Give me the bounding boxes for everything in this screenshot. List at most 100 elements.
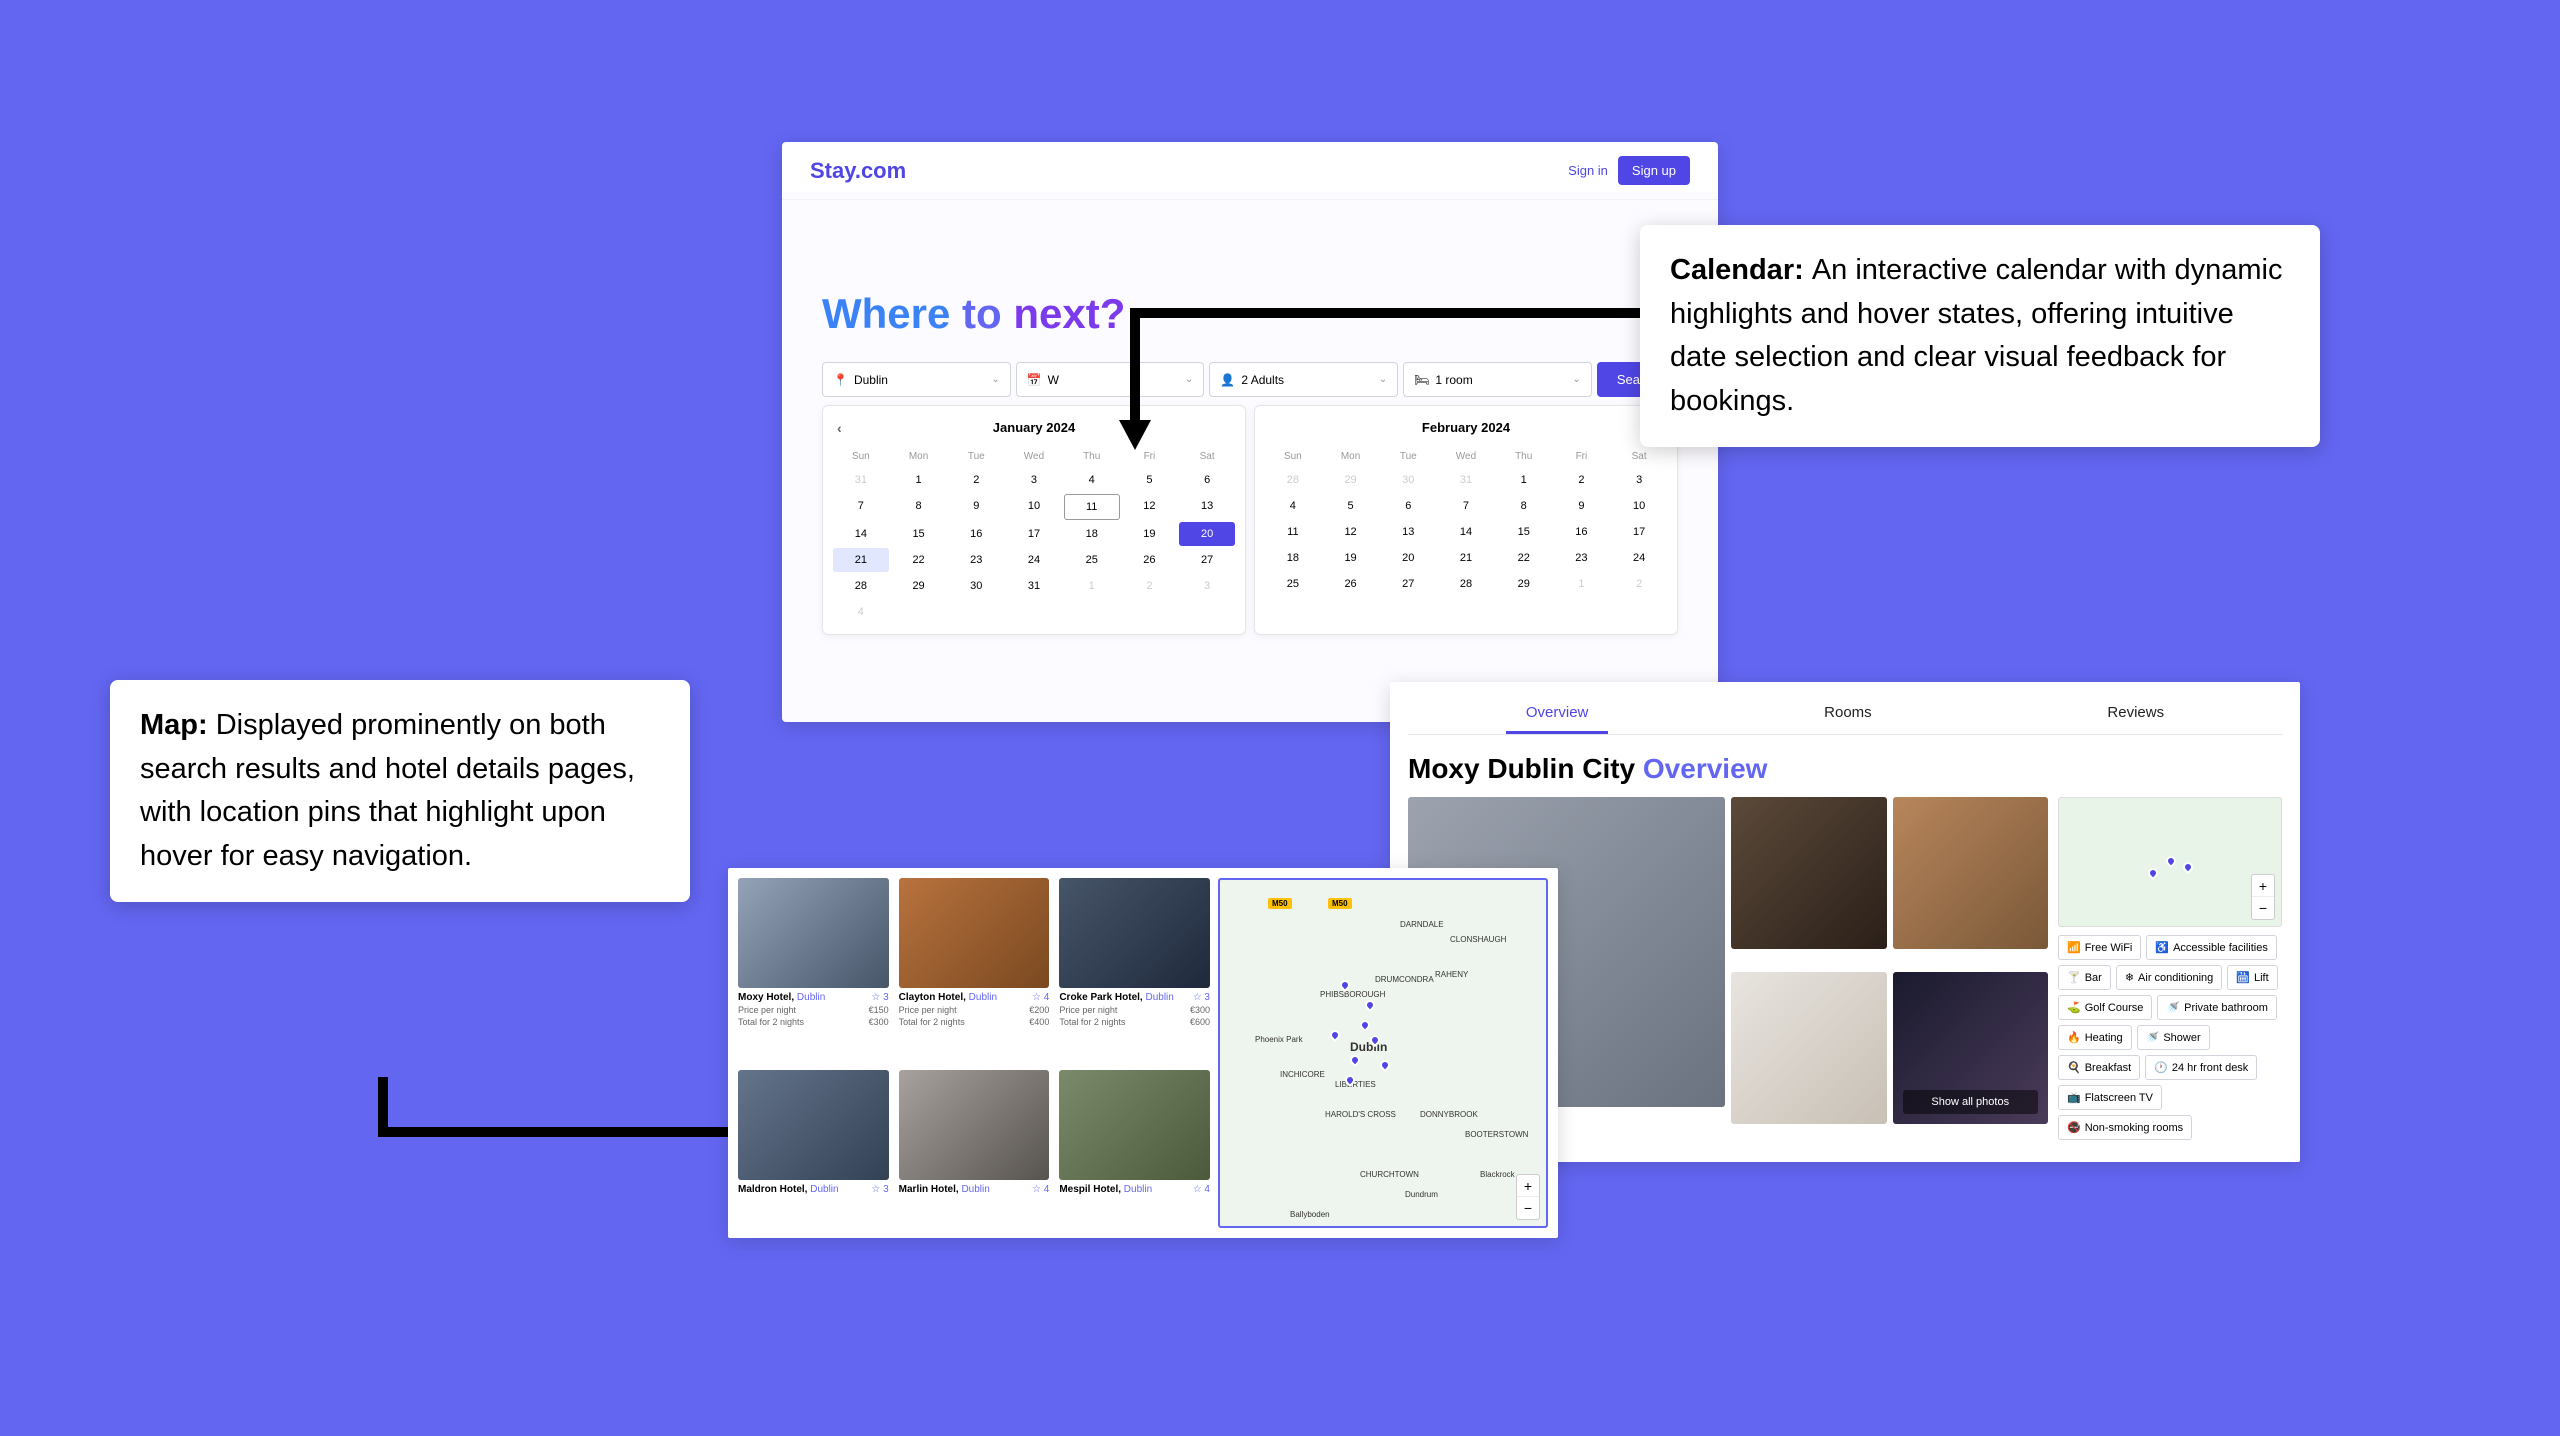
map-pin[interactable] bbox=[1358, 1018, 1372, 1032]
calendar-day[interactable]: 8 bbox=[891, 494, 947, 520]
amenity-chip: 🍳Breakfast bbox=[2058, 1055, 2140, 1080]
amenity-chip: 📺Flatscreen TV bbox=[2058, 1085, 2162, 1110]
calendar-day[interactable]: 18 bbox=[1064, 522, 1120, 546]
calendar-day[interactable]: 21 bbox=[833, 548, 889, 572]
calendar-day[interactable]: 22 bbox=[891, 548, 947, 572]
calendar-day[interactable]: 17 bbox=[1006, 522, 1062, 546]
calendar-day[interactable]: 7 bbox=[1438, 494, 1494, 518]
calendar-day[interactable]: 4 bbox=[1064, 468, 1120, 492]
calendar-day[interactable]: 20 bbox=[1380, 546, 1436, 570]
calendar-day[interactable]: 14 bbox=[833, 522, 889, 546]
guests-field[interactable]: 👤 2 Adults ⌄ bbox=[1209, 362, 1398, 397]
calendar-dow: Sat bbox=[1179, 447, 1235, 466]
signup-button[interactable]: Sign up bbox=[1618, 156, 1690, 185]
show-all-photos-button[interactable]: Show all photos bbox=[1903, 1090, 2039, 1114]
calendar-day[interactable]: 30 bbox=[948, 574, 1004, 598]
calendar-day[interactable]: 11 bbox=[1064, 494, 1120, 520]
calendar-day[interactable]: 4 bbox=[1265, 494, 1321, 518]
calendar-day[interactable]: 28 bbox=[833, 574, 889, 598]
photo-thumb[interactable]: Show all photos bbox=[1893, 972, 2049, 1124]
map-pin[interactable] bbox=[1378, 1058, 1392, 1072]
calendar-day[interactable]: 18 bbox=[1265, 546, 1321, 570]
tab-rooms[interactable]: Rooms bbox=[1804, 694, 1892, 734]
calendar-day[interactable]: 9 bbox=[948, 494, 1004, 520]
calendar-day[interactable]: 6 bbox=[1380, 494, 1436, 518]
calendar-day[interactable]: 19 bbox=[1122, 522, 1178, 546]
calendar-day[interactable]: 16 bbox=[948, 522, 1004, 546]
hotel-rating: ☆ 4 bbox=[1193, 1184, 1210, 1195]
calendar-day[interactable]: 16 bbox=[1554, 520, 1610, 544]
calendar-day[interactable]: 11 bbox=[1265, 520, 1321, 544]
chevron-down-icon: ⌄ bbox=[1379, 374, 1387, 385]
calendar-day[interactable]: 6 bbox=[1179, 468, 1235, 492]
calendar-day[interactable]: 1 bbox=[1496, 468, 1552, 492]
signin-link[interactable]: Sign in bbox=[1568, 163, 1608, 178]
hotel-card[interactable]: Clayton Hotel, Dublin☆ 4Price per night€… bbox=[899, 878, 1050, 1060]
map-pin[interactable] bbox=[1328, 1028, 1342, 1042]
calendar-day[interactable]: 2 bbox=[948, 468, 1004, 492]
calendar-day[interactable]: 17 bbox=[1611, 520, 1667, 544]
calendar-day[interactable]: 3 bbox=[1611, 468, 1667, 492]
calendar-day[interactable]: 27 bbox=[1380, 572, 1436, 596]
calendar-day[interactable]: 24 bbox=[1006, 548, 1062, 572]
zoom-out-button[interactable]: − bbox=[1517, 1197, 1539, 1219]
zoom-in-button[interactable]: + bbox=[2252, 875, 2274, 897]
hotel-card[interactable]: Maldron Hotel, Dublin☆ 3 bbox=[738, 1070, 889, 1228]
calendar-day[interactable]: 15 bbox=[891, 522, 947, 546]
calendar-day[interactable]: 28 bbox=[1438, 572, 1494, 596]
calendar-day[interactable]: 5 bbox=[1122, 468, 1178, 492]
calendar-day[interactable]: 12 bbox=[1122, 494, 1178, 520]
calendar-day[interactable]: 13 bbox=[1179, 494, 1235, 520]
prev-month-button[interactable]: ‹ bbox=[837, 420, 842, 436]
calendar-day[interactable]: 13 bbox=[1380, 520, 1436, 544]
calendar-day[interactable]: 22 bbox=[1496, 546, 1552, 570]
calendar-day[interactable]: 14 bbox=[1438, 520, 1494, 544]
hotel-card[interactable]: Croke Park Hotel, Dublin☆ 3Price per nig… bbox=[1059, 878, 1210, 1060]
calendar-day[interactable]: 25 bbox=[1064, 548, 1120, 572]
calendar-day[interactable]: 12 bbox=[1323, 520, 1379, 544]
calendar-day[interactable]: 24 bbox=[1611, 546, 1667, 570]
hotel-card[interactable]: Mespil Hotel, Dublin☆ 4 bbox=[1059, 1070, 1210, 1228]
hotel-card[interactable]: Marlin Hotel, Dublin☆ 4 bbox=[899, 1070, 1050, 1228]
calendar-day[interactable]: 27 bbox=[1179, 548, 1235, 572]
zoom-out-button[interactable]: − bbox=[2252, 897, 2274, 919]
calendar-day[interactable]: 26 bbox=[1323, 572, 1379, 596]
tab-overview[interactable]: Overview bbox=[1506, 694, 1609, 734]
calendar-day[interactable]: 29 bbox=[1496, 572, 1552, 596]
photo-thumb[interactable] bbox=[1893, 797, 2049, 949]
calendar-day[interactable]: 31 bbox=[1006, 574, 1062, 598]
calendar-day[interactable]: 9 bbox=[1554, 494, 1610, 518]
calendar-day[interactable]: 19 bbox=[1323, 546, 1379, 570]
calendar-day[interactable]: 21 bbox=[1438, 546, 1494, 570]
zoom-in-button[interactable]: + bbox=[1517, 1175, 1539, 1197]
calendar-dow: Wed bbox=[1006, 447, 1062, 466]
photo-thumb[interactable] bbox=[1731, 972, 1887, 1124]
calendar-day[interactable]: 29 bbox=[891, 574, 947, 598]
dates-field[interactable]: 📅 W ⌄ bbox=[1016, 362, 1205, 397]
calendar-day[interactable]: 23 bbox=[1554, 546, 1610, 570]
photo-thumb[interactable] bbox=[1731, 797, 1887, 949]
mini-map[interactable]: + − bbox=[2058, 797, 2282, 927]
calendar-day[interactable]: 2 bbox=[1554, 468, 1610, 492]
map-area-label: RAHENY bbox=[1435, 970, 1468, 979]
destination-field[interactable]: 📍 Dublin ⌄ bbox=[822, 362, 1011, 397]
calendar-day[interactable]: 20 bbox=[1179, 522, 1235, 546]
calendar-day[interactable]: 15 bbox=[1496, 520, 1552, 544]
calendar-day[interactable]: 5 bbox=[1323, 494, 1379, 518]
calendar-day: 2 bbox=[1611, 572, 1667, 596]
results-map[interactable]: M50 M50 Dublin DARNDALECLONSHAUGHRAHENYP… bbox=[1218, 878, 1548, 1228]
hotel-card[interactable]: Moxy Hotel, Dublin☆ 3Price per night€150… bbox=[738, 878, 889, 1060]
calendar-day[interactable]: 10 bbox=[1006, 494, 1062, 520]
calendar-day[interactable]: 10 bbox=[1611, 494, 1667, 518]
tab-reviews[interactable]: Reviews bbox=[2087, 694, 2184, 734]
calendar-day[interactable]: 25 bbox=[1265, 572, 1321, 596]
calendar-day[interactable]: 7 bbox=[833, 494, 889, 520]
calendar-day[interactable]: 3 bbox=[1006, 468, 1062, 492]
calendar-day[interactable]: 26 bbox=[1122, 548, 1178, 572]
calendar-day[interactable]: 8 bbox=[1496, 494, 1552, 518]
map-pin[interactable] bbox=[1348, 1053, 1362, 1067]
calendar-day[interactable]: 1 bbox=[891, 468, 947, 492]
calendar-day[interactable]: 23 bbox=[948, 548, 1004, 572]
rooms-field[interactable]: 🛏 1 room ⌄ bbox=[1403, 362, 1592, 397]
map-pin[interactable] bbox=[1363, 998, 1377, 1012]
